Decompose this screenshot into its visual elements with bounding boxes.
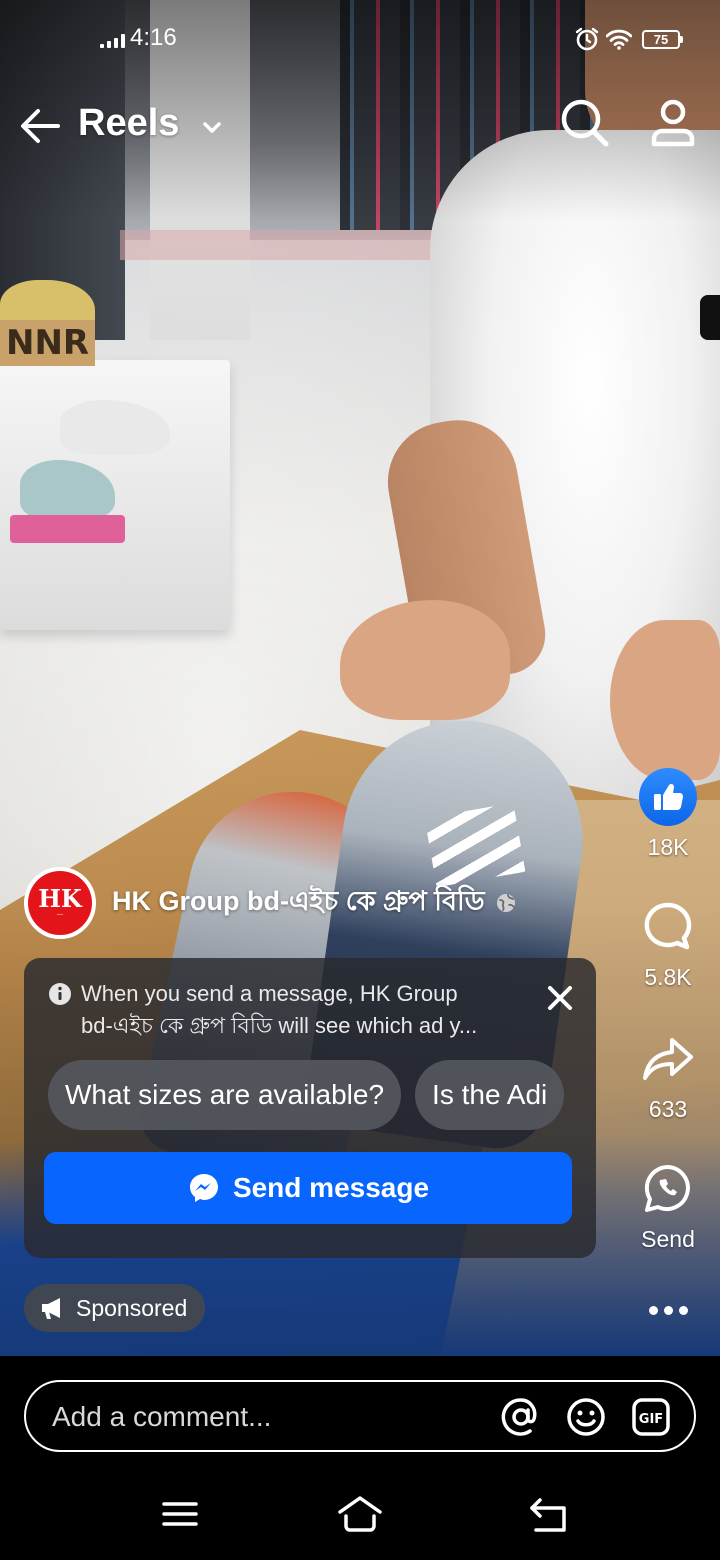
reels-header: Reels <box>0 88 720 164</box>
search-icon[interactable] <box>556 94 614 152</box>
globe-icon <box>496 894 515 912</box>
comment-placeholder: Add a comment... <box>52 1401 272 1432</box>
mention-icon[interactable] <box>500 1396 542 1438</box>
message-notice: When you send a message, HK Group bd-এইচ… <box>81 978 521 1042</box>
whatsapp-icon <box>644 1164 690 1212</box>
avatar[interactable]: HK — <box>24 867 96 939</box>
wifi-icon <box>606 29 632 50</box>
comment-bubble-icon <box>644 902 692 950</box>
video-scene-sign: NNR <box>0 320 95 366</box>
quick-reply-chip[interactable]: What sizes are available? <box>48 1060 402 1130</box>
svg-text:GIF: GIF <box>639 1412 663 1427</box>
info-icon <box>49 983 71 1005</box>
profile-icon[interactable] <box>644 94 702 152</box>
more-options-button[interactable] <box>640 1290 696 1330</box>
hk-logo: HK — <box>28 871 92 935</box>
send-message-label: Send message <box>232 1172 430 1203</box>
battery-icon: 75 <box>642 30 683 49</box>
like-button[interactable]: 18K <box>620 768 716 861</box>
advertiser-name[interactable]: HK Group bd-এইচ কে গ্রুপ বিডি <box>112 881 485 926</box>
arrow-left-icon <box>21 109 60 143</box>
status-time: 4:16 <box>130 24 177 51</box>
whatsapp-label: Send <box>641 1226 695 1252</box>
like-count: 18K <box>647 834 689 860</box>
video-scene-hand <box>340 600 510 720</box>
back-button[interactable] <box>14 100 66 152</box>
message-ad-card: When you send a message, HK Group bd-এইচ… <box>24 958 596 1258</box>
system-nav-bar <box>0 1474 720 1560</box>
video-scene-hand <box>610 620 720 780</box>
quick-replies: What sizes are available? Is the Adi <box>48 1060 572 1132</box>
more-dot-icon <box>648 1305 658 1315</box>
send-message-button[interactable]: Send message <box>44 1152 572 1224</box>
comment-input[interactable]: Add a comment... GIF <box>24 1380 696 1452</box>
avatar-logo-text: HK <box>38 884 82 913</box>
sponsored-label: Sponsored <box>76 1294 188 1321</box>
video-scene-mic <box>700 295 720 340</box>
message-notice-line: When you send a message, HK Group <box>81 981 458 1006</box>
video-scene-shoe-box <box>10 515 125 543</box>
comment-count: 5.8K <box>644 964 692 990</box>
chevron-down-icon[interactable] <box>198 114 226 142</box>
whatsapp-send-button[interactable]: Send <box>620 1160 716 1253</box>
messenger-icon <box>189 1174 218 1202</box>
comment-bar: Add a comment... GIF <box>0 1356 720 1474</box>
quick-reply-chip[interactable]: Is the Adi <box>415 1060 565 1130</box>
back-nav-icon[interactable] <box>526 1494 574 1534</box>
close-button[interactable] <box>540 978 580 1018</box>
megaphone-icon <box>42 1298 60 1319</box>
more-dot-icon <box>663 1305 673 1315</box>
like-icon-circle <box>639 768 697 826</box>
comment-button[interactable]: 5.8K <box>620 898 716 991</box>
thumbs-up-icon <box>654 783 683 810</box>
advertiser-row[interactable]: HK — HK Group bd-এইচ কে গ্রুপ বিডি <box>24 866 517 940</box>
sponsored-badge[interactable]: Sponsored <box>24 1284 206 1332</box>
recent-apps-icon[interactable] <box>156 1494 204 1534</box>
status-bar: 4:16 75 <box>0 0 720 78</box>
gif-icon[interactable]: GIF <box>630 1396 672 1438</box>
share-button[interactable]: 633 <box>620 1030 716 1123</box>
emoji-icon[interactable] <box>565 1396 607 1438</box>
alarm-icon <box>575 27 599 51</box>
share-count: 633 <box>648 1096 688 1122</box>
share-arrow-icon <box>643 1038 693 1080</box>
message-notice-line: bd-এইচ কে গ্রুপ বিডি will see which ad y… <box>81 1013 478 1038</box>
signal-icon <box>100 32 125 48</box>
page-title[interactable]: Reels <box>78 102 179 145</box>
more-dot-icon <box>678 1305 688 1315</box>
home-icon[interactable] <box>336 1494 384 1534</box>
close-icon <box>548 986 572 1010</box>
